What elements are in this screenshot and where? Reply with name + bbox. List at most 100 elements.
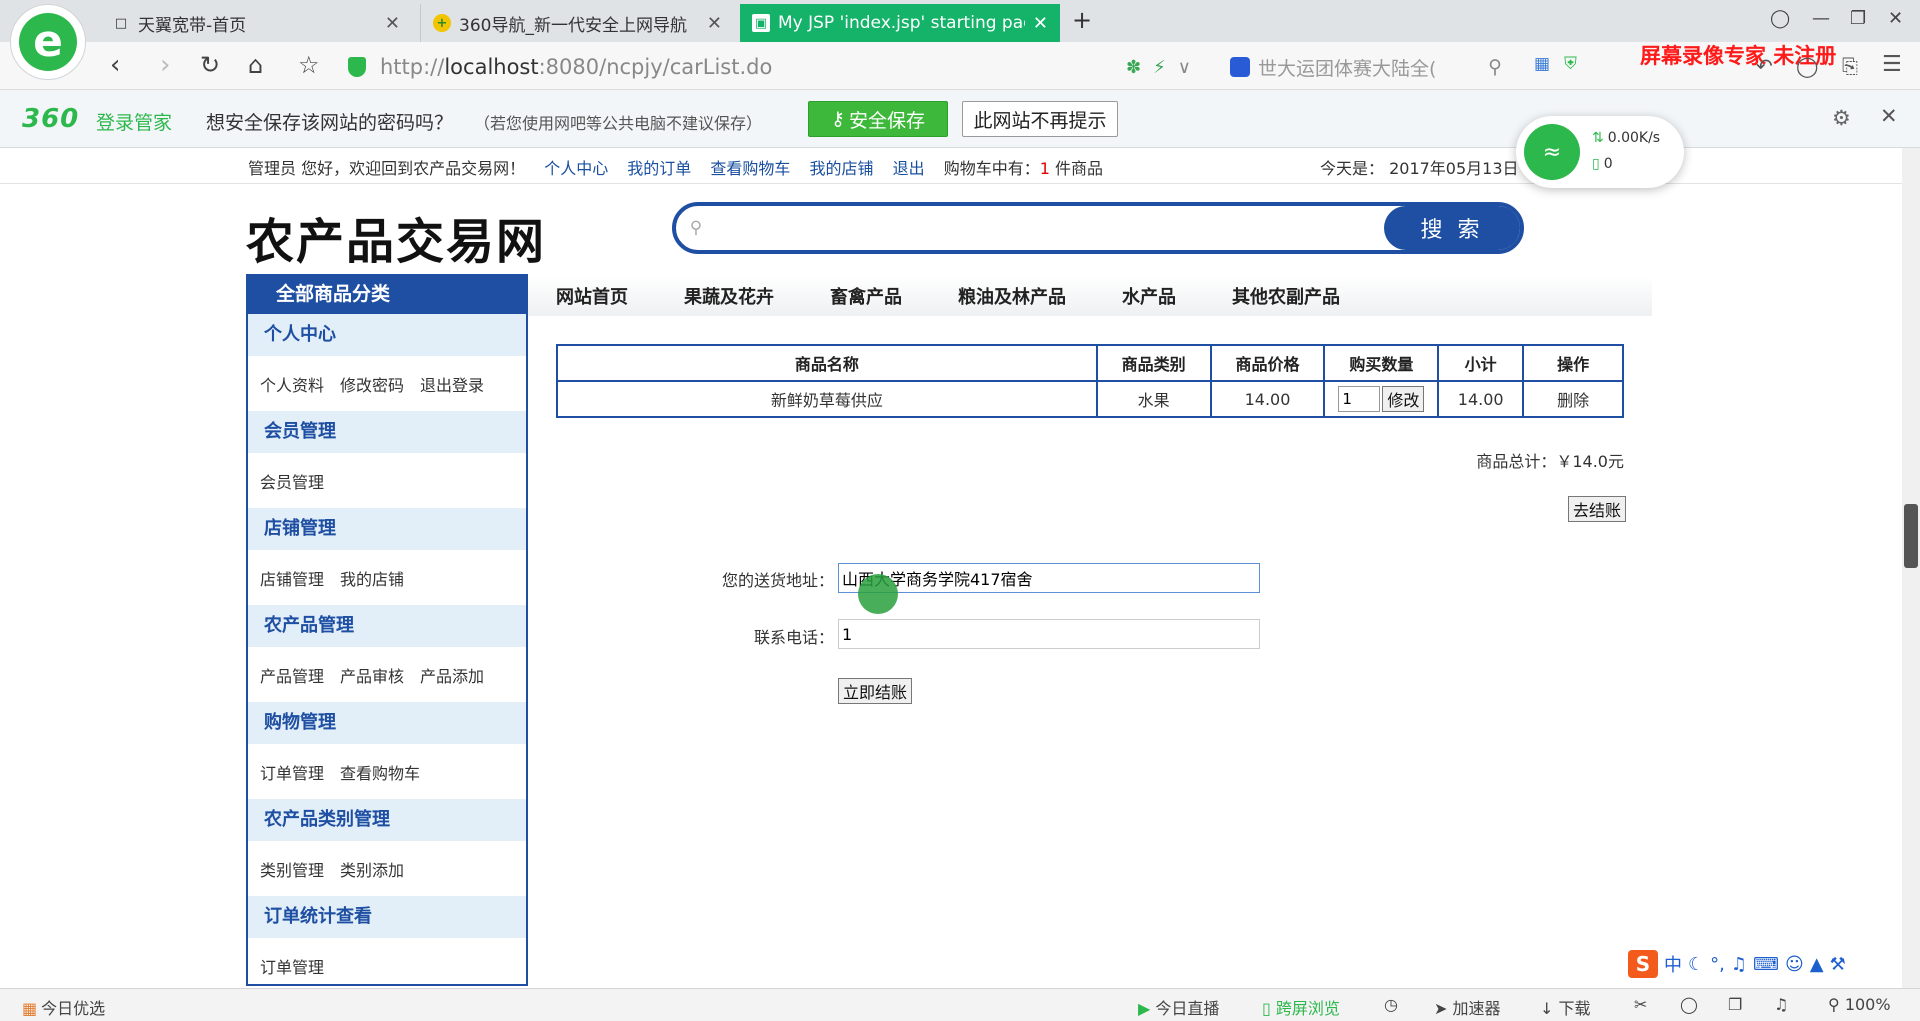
tab-tianyi-home[interactable]: □ 天翼宽带-首页 ✕ [100,4,412,42]
modify-quantity-button[interactable]: 修改 [1382,386,1425,412]
nav-aquatic-products[interactable]: 水产品 [1122,283,1176,309]
sidebar-link-category-add[interactable]: 类别添加 [340,857,404,881]
skin-icon[interactable]: ◯ [1770,8,1790,29]
accelerator[interactable]: ➤ 加速器 [1434,995,1501,1019]
link-personal-center[interactable]: 个人中心 [544,159,608,178]
volume-icon[interactable]: ♫ [1774,995,1788,1014]
vertical-scrollbar[interactable] [1902,148,1920,988]
undo-icon[interactable]: ↶ [1756,54,1773,78]
search-icon[interactable]: ⚲ [1488,56,1502,78]
site-logo[interactable]: 农产品交易网 [246,202,546,272]
menu-icon[interactable]: ☰ [1882,52,1902,77]
delete-link[interactable]: 删除 [1522,380,1624,418]
nav-fruits-vegetables-flowers[interactable]: 果蔬及花卉 [684,283,774,309]
ime-toolbar: S 中 ☾ °, ♫ ⌨ ☺ ▲ ⚒ [1624,948,1850,980]
key-icon: ⚷ [831,108,845,130]
address-scheme: http:// [380,55,445,79]
downloads[interactable]: ↓ 下载 [1540,995,1591,1019]
screenshot-icon[interactable]: ✂ [1634,995,1647,1014]
address-path: :8080/ncpjy/carList.do [538,55,773,79]
sidebar-link-product-manage[interactable]: 产品管理 [260,663,324,687]
keyboard-icon[interactable]: ⌨ [1753,954,1779,975]
punctuation-icon[interactable]: °, [1710,954,1725,975]
close-icon[interactable]: ✕ [1033,13,1048,34]
restore-icon[interactable]: ❐ [1850,8,1866,29]
upload-speed-value: 0.00K/s [1607,130,1661,146]
sidebar-link-order-manage[interactable]: 订单管理 [260,760,324,784]
sidebar-link-profile[interactable]: 个人资料 [260,372,324,396]
people-icon[interactable]: ☺ [1785,954,1804,975]
moon-icon[interactable]: ☾ [1688,954,1704,975]
ie-mode-icon[interactable]: ◯ [1680,995,1698,1014]
chevron-down-icon[interactable]: ∨ [1178,57,1191,78]
scrollbar-thumb[interactable] [1904,504,1918,568]
browser-logo-icon[interactable]: e [10,4,86,80]
link-my-shop[interactable]: 我的店铺 [810,159,874,178]
apps-icon[interactable]: ▦ [1534,54,1550,74]
sogou-logo[interactable]: S [1628,950,1658,978]
link-logout[interactable]: 退出 [893,159,925,178]
home-icon[interactable]: ⌂ [248,50,263,80]
network-speed-widget[interactable]: ≈ ⇅ 0.00K/s ▯ 0 [1516,116,1684,188]
tab-title: 360导航_新一代安全上网导航 [459,15,687,36]
window-mode-icon[interactable]: ❐ [1728,995,1742,1014]
tab-360-navigation[interactable]: + 360导航_新一代安全上网导航 ✕ [420,4,734,42]
sidebar-link-logout[interactable]: 退出登录 [420,372,484,396]
back-icon[interactable]: ‹ [110,50,120,80]
today-live[interactable]: ▶ 今日直播 [1138,995,1219,1019]
close-icon[interactable]: ✕ [385,13,400,34]
today-pick[interactable]: ▦ 今日优选 [22,995,105,1019]
browser-search-box[interactable]: 世大运团体赛大陆全( ⚲ [1230,50,1502,84]
sidebar-link-change-password[interactable]: 修改密码 [340,372,404,396]
microphone-icon[interactable]: ♫ [1731,954,1747,975]
site-search-input[interactable] [716,206,1384,250]
sidebar-link-product-add[interactable]: 产品添加 [420,663,484,687]
address-bar[interactable]: http:// localhost :8080/ncpjy/carList.do [348,50,1128,84]
spinner-icon[interactable]: ✽ [1126,57,1141,78]
user-icon[interactable]: ◯ [1796,54,1818,78]
link-view-cart[interactable]: 查看购物车 [710,159,790,178]
nav-home[interactable]: 网站首页 [556,283,628,309]
phone-input[interactable] [838,619,1260,649]
new-tab-icon[interactable]: + [1072,6,1092,34]
nav-livestock-poultry[interactable]: 畜禽产品 [830,283,902,309]
forward-icon[interactable]: › [160,50,170,80]
sidebar-link-member-manage[interactable]: 会员管理 [260,469,324,493]
search-button[interactable]: 搜 索 [1384,206,1520,250]
refresh-icon[interactable]: ↻ [200,50,220,80]
speed-meter-icon[interactable]: ◷ [1384,995,1398,1014]
close-icon[interactable]: ✕ [707,13,722,34]
sidebar-link-category-manage[interactable]: 类别管理 [260,857,324,881]
go-checkout-button[interactable]: 去结账 [1568,496,1627,522]
wrench-icon[interactable]: ⚒ [1830,954,1846,975]
zoom-level[interactable]: ⚲ 100% [1828,995,1891,1014]
sidebar-link-shop-manage[interactable]: 店铺管理 [260,566,324,590]
minimize-icon[interactable]: — [1812,8,1830,29]
cross-screen-browse[interactable]: ▯ 跨屏浏览 [1262,995,1340,1019]
welcome-text: 管理员 您好，欢迎回到农产品交易网！ [248,159,526,178]
ime-mode[interactable]: 中 [1664,951,1682,977]
gear-icon[interactable]: ⚙ [1832,106,1851,130]
download-manager-icon[interactable]: ⎘ [1842,54,1858,78]
lightning-icon[interactable]: ⚡ [1153,57,1166,78]
tab-index-jsp[interactable]: ▣ My JSP 'index.jsp' starting pag ✕ [740,4,1060,42]
upload-speed: ⇅ 0.00K/s [1592,130,1660,146]
sidebar-link-my-shop[interactable]: 我的店铺 [340,566,404,590]
sidebar-link-view-cart[interactable]: 查看购物车 [340,760,420,784]
safe-save-button[interactable]: ⚷ 安全保存 [808,101,948,137]
window-close-icon[interactable]: ✕ [1888,8,1903,29]
link-my-orders[interactable]: 我的订单 [627,159,691,178]
shield-guard-icon[interactable]: ⛨ [1564,54,1577,74]
never-remind-button[interactable]: 此网站不再提示 [962,101,1118,137]
pay-now-button[interactable]: 立即结账 [838,678,913,704]
quantity-input[interactable] [1338,386,1381,412]
shirt-icon[interactable]: ▲ [1810,954,1824,975]
favorite-star-icon[interactable]: ☆ [298,50,320,80]
sidebar-link-order-stats[interactable]: 订单管理 [260,954,324,978]
nav-other-products[interactable]: 其他农副产品 [1232,283,1340,309]
nav-grain-oil-forestry[interactable]: 粮油及林产品 [958,283,1066,309]
browser-logo-letter: e [19,13,77,71]
sidebar-link-product-review[interactable]: 产品审核 [340,663,404,687]
delivery-address-input[interactable] [838,563,1260,593]
close-icon[interactable]: ✕ [1880,104,1898,128]
